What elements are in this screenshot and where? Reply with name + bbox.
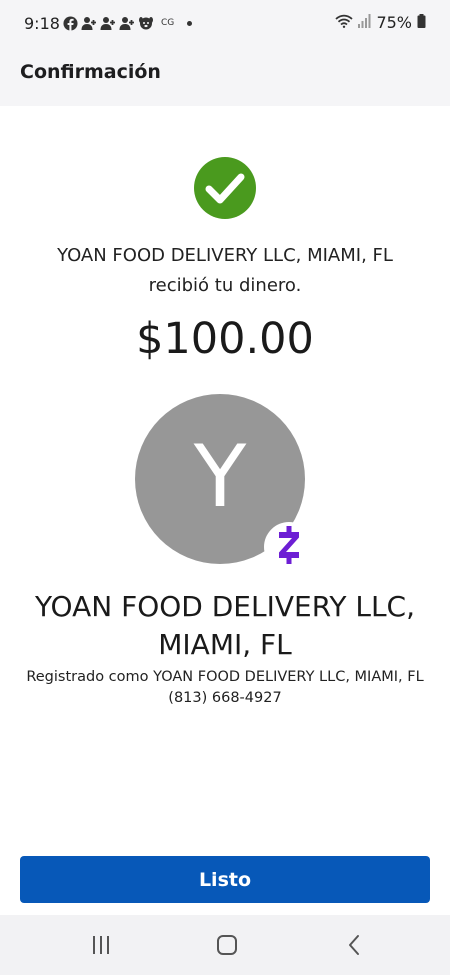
avatar-letter: Y: [193, 427, 247, 527]
wifi-icon: [335, 13, 354, 32]
recent-apps-icon[interactable]: [86, 931, 116, 959]
recipient-phone: (813) 668-4927: [168, 690, 282, 706]
recipient-name: YOAN FOOD DELIVERY LLC, MIAMI, FL: [0, 588, 450, 664]
page-title: Confirmación: [20, 61, 161, 83]
confirmation-message-line1: YOAN FOOD DELIVERY LLC, MIAMI, FL: [57, 245, 393, 266]
zelle-badge: [264, 522, 314, 572]
battery-icon: [417, 13, 426, 32]
success-check-icon: [194, 157, 256, 219]
status-bar: 9:18 CG 75%: [0, 0, 450, 46]
more-notifications-dot: [187, 20, 193, 26]
confirmation-message: YOAN FOOD DELIVERY LLC, MIAMI, FL recibi…: [0, 241, 450, 301]
dog-icon: [138, 15, 154, 31]
home-icon[interactable]: [212, 931, 242, 959]
carrier-text: CG: [161, 18, 175, 28]
person-add-icon: [81, 15, 97, 31]
person-add-icon: [119, 15, 135, 31]
recipient-name-line1: YOAN FOOD DELIVERY LLC,: [34, 590, 416, 623]
recipient-details: Registrado como YOAN FOOD DELIVERY LLC, …: [0, 667, 450, 709]
recipient-name-line2: MIAMI, FL: [158, 628, 292, 661]
person-add-icon: [100, 15, 116, 31]
status-right: 75%: [335, 13, 426, 32]
notification-icons: CG: [62, 15, 193, 31]
done-button[interactable]: Listo: [20, 856, 430, 903]
confirmation-message-line2: recibió tu dinero.: [148, 275, 302, 296]
zelle-icon: [277, 525, 301, 569]
registered-as-text: Registrado como YOAN FOOD DELIVERY LLC, …: [26, 669, 424, 685]
back-icon[interactable]: [339, 931, 369, 959]
system-nav-bar: [0, 915, 450, 975]
battery-percent: 75%: [376, 13, 412, 32]
signal-icon: [358, 13, 371, 32]
facebook-icon: [62, 15, 78, 31]
app-header: Confirmación: [0, 46, 450, 106]
amount: $100.00: [136, 314, 314, 364]
status-time: 9:18: [24, 14, 60, 33]
